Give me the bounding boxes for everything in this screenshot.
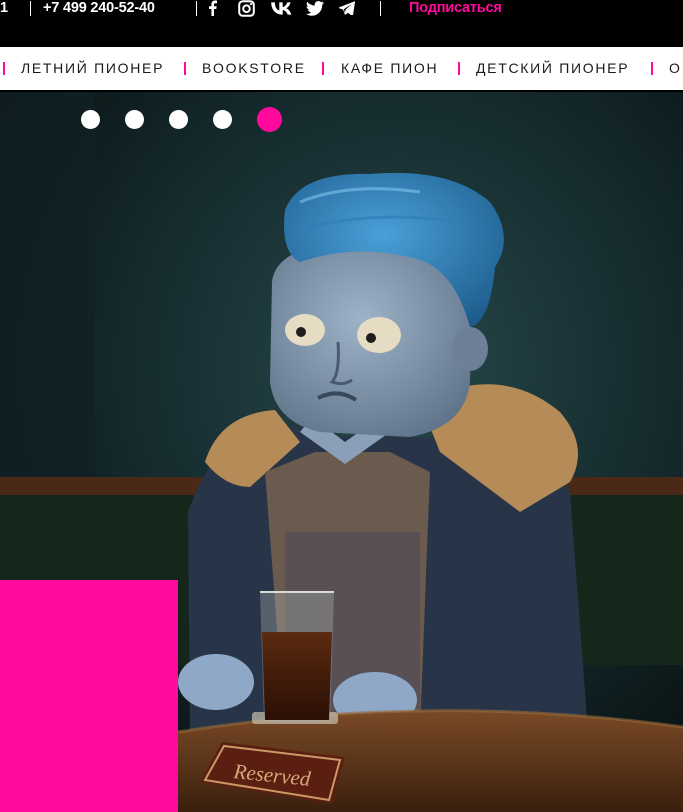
accent-block (0, 580, 178, 812)
separator (196, 1, 197, 16)
nav-item-kafe-pion[interactable]: КАФЕ ПИОН (341, 47, 438, 90)
phone-link[interactable]: +7 499 240-52-40 (43, 0, 155, 17)
twitter-icon[interactable] (305, 0, 325, 16)
nav-item-letniy-pioner[interactable]: ЛЕТНИЙ ПИОНЕР (21, 47, 164, 90)
vk-icon[interactable] (270, 0, 292, 16)
subscribe-link[interactable]: Подписаться (409, 0, 502, 17)
slider-dot-1[interactable] (81, 110, 100, 129)
nav-separator (458, 62, 460, 75)
nav-separator (651, 62, 653, 75)
separator (30, 1, 31, 16)
facebook-icon[interactable] (205, 0, 219, 16)
slider-dots (81, 107, 282, 132)
instagram-icon[interactable] (237, 0, 256, 17)
hero-slider: Reserved (0, 92, 683, 812)
main-nav: ЛЕТНИЙ ПИОНЕР BOOKSTORE КАФЕ ПИОН ДЕТСКИ… (0, 47, 683, 90)
nav-item-bookstore[interactable]: BOOKSTORE (202, 47, 306, 90)
nav-separator (184, 62, 186, 75)
slider-dot-2[interactable] (125, 110, 144, 129)
nav-separator (322, 62, 324, 75)
nav-item-detskiy-pioner[interactable]: ДЕТСКИЙ ПИОНЕР (476, 47, 629, 90)
slider-dot-5[interactable] (257, 107, 282, 132)
top-bar: 1 +7 499 240-52-40 Подписаться (0, 0, 683, 47)
truncated-text: 1 (0, 0, 9, 16)
nav-item-o[interactable]: О (669, 47, 682, 90)
slider-dot-3[interactable] (169, 110, 188, 129)
telegram-icon[interactable] (338, 0, 356, 16)
separator (380, 1, 381, 16)
slider-dot-4[interactable] (213, 110, 232, 129)
nav-separator (3, 62, 5, 75)
